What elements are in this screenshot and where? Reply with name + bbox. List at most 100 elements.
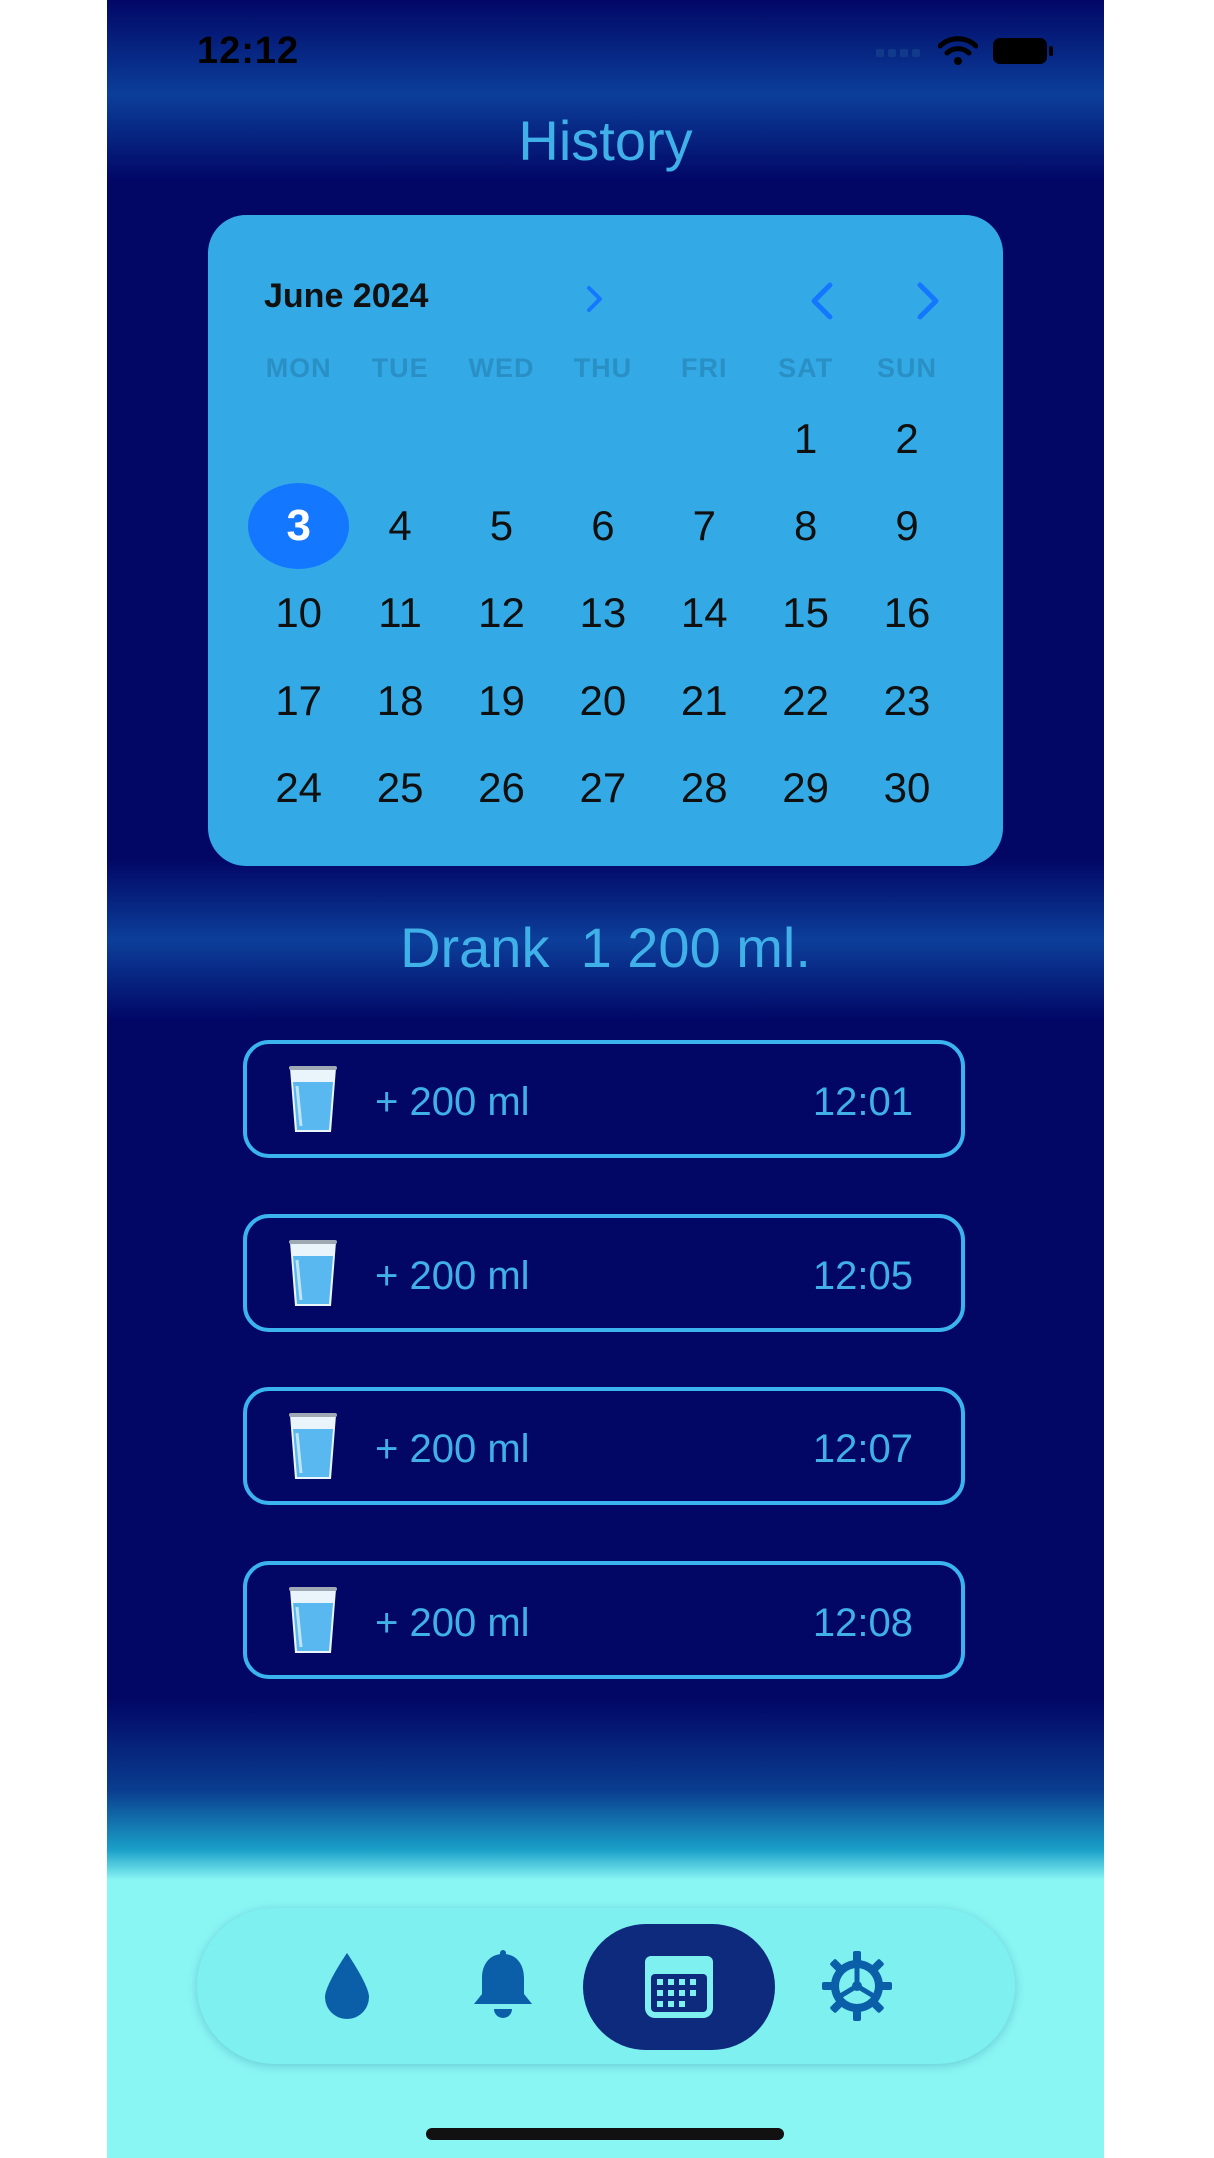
day-cell[interactable]: 19: [451, 657, 552, 744]
tab-settings[interactable]: [787, 1908, 927, 2064]
day-cell[interactable]: 16: [856, 570, 957, 657]
water-glass-icon: [289, 1413, 337, 1479]
intake-entry[interactable]: + 200 ml 12:01: [243, 1040, 965, 1158]
tab-drink[interactable]: [287, 1908, 407, 2064]
chevron-right-small-icon[interactable]: [586, 285, 604, 313]
day-cell[interactable]: 18: [349, 657, 450, 744]
weekday-label: THU: [573, 353, 633, 383]
bell-icon: [474, 1950, 532, 2018]
day-number: 25: [376, 763, 424, 811]
day-cell[interactable]: 10: [248, 570, 349, 657]
day-number: 2: [895, 414, 919, 462]
month-picker-button[interactable]: June 2024: [264, 277, 428, 316]
entry-time: 12:07: [812, 1427, 913, 1471]
intake-entry[interactable]: + 200 ml 12:08: [243, 1561, 965, 1679]
wifi-icon: [938, 36, 978, 65]
day-cell[interactable]: 24: [248, 744, 349, 831]
next-month-button[interactable]: [914, 281, 944, 321]
intake-entry[interactable]: + 200 ml 12:05: [243, 1214, 965, 1332]
day-number: 18: [376, 676, 424, 724]
day-number: 21: [680, 676, 728, 724]
tab-bar: [197, 1908, 1015, 2064]
entry-amount: + 200 ml: [375, 1080, 530, 1124]
page-title: History: [518, 109, 693, 172]
status-icons: [876, 36, 1054, 66]
day-number: 4: [388, 501, 412, 549]
day-number: 20: [579, 676, 627, 724]
water-glass-icon: [289, 1240, 337, 1306]
day-number: 8: [793, 501, 818, 549]
entry-amount: + 200 ml: [375, 1254, 530, 1298]
drank-amount: 1 200 ml.: [580, 916, 811, 979]
day-cell[interactable]: 7: [654, 482, 755, 569]
tab-history[interactable]: [583, 1908, 775, 2064]
intake-entry[interactable]: + 200 ml 12:07: [243, 1387, 965, 1505]
signal-icon: [876, 49, 920, 57]
gear-icon: [822, 1951, 892, 2021]
day-number: 5: [489, 501, 514, 549]
day-empty: [451, 395, 552, 482]
day-cell[interactable]: 14: [654, 570, 755, 657]
day-number: 14: [680, 589, 728, 637]
day-cell[interactable]: 29: [755, 744, 856, 831]
day-cell[interactable]: 8: [755, 482, 856, 569]
day-number: 17: [275, 676, 323, 724]
previous-month-button[interactable]: [806, 281, 836, 321]
day-cell[interactable]: 27: [552, 744, 653, 831]
day-cell[interactable]: 28: [654, 744, 755, 831]
day-cell[interactable]: 22: [755, 657, 856, 744]
day-cell[interactable]: 5: [451, 482, 552, 569]
app-screen: 12:12 History June 2024 MON TUE WED THU …: [107, 0, 1104, 2158]
home-indicator: [426, 2128, 784, 2140]
battery-icon: [993, 38, 1053, 64]
day-cell[interactable]: 25: [349, 744, 450, 831]
day-cell[interactable]: 23: [856, 657, 957, 744]
tab-reminders[interactable]: [433, 1908, 573, 2064]
weekday-header: MON TUE WED THU FRI SAT SUN: [248, 353, 958, 384]
day-cell[interactable]: 13: [552, 570, 653, 657]
day-cell[interactable]: 15: [755, 570, 856, 657]
day-cell[interactable]: 1: [755, 395, 856, 482]
weekday-label: MON: [265, 353, 332, 383]
day-cell[interactable]: 4: [349, 482, 450, 569]
day-cell[interactable]: 12: [451, 570, 552, 657]
day-number: 11: [378, 589, 422, 637]
day-cell[interactable]: 11: [349, 570, 450, 657]
glass-container: [287, 1238, 339, 1315]
day-number: 16: [883, 589, 931, 637]
day-number: 28: [680, 763, 728, 811]
weekday-label: TUE: [371, 353, 429, 383]
day-number: 1: [793, 414, 818, 462]
day-number: 13: [579, 589, 627, 637]
day-number: 29: [782, 763, 829, 811]
day-number: 19: [478, 676, 525, 724]
day-number: 23: [883, 676, 931, 724]
calendar: June 2024 MON TUE WED THU FRI SAT SUN 12345678…: [208, 215, 1003, 866]
day-number: 24: [275, 763, 323, 811]
day-cell[interactable]: 30: [856, 744, 957, 831]
day-empty: [248, 395, 349, 482]
drank-label: Drank: [400, 916, 550, 979]
day-cell[interactable]: 20: [552, 657, 653, 744]
glass-container: [287, 1411, 339, 1488]
day-cell[interactable]: 9: [856, 482, 957, 569]
day-cell[interactable]: 26: [451, 744, 552, 831]
glass-container: [287, 1064, 339, 1141]
day-empty: [552, 395, 653, 482]
weekday-label: FRI: [681, 353, 728, 383]
water-glass-icon: [289, 1587, 337, 1653]
status-time: 12:12: [197, 30, 300, 72]
day-number: 3: [248, 482, 350, 569]
day-cell-selected[interactable]: 3: [248, 482, 350, 569]
day-cell[interactable]: 17: [248, 657, 349, 744]
calendar-icon: [645, 1956, 713, 2018]
day-number: 22: [782, 676, 829, 724]
entry-time: 12:08: [812, 1601, 913, 1645]
drank-summary: Drank 1 200 ml.: [107, 915, 1104, 980]
entry-time: 12:05: [812, 1254, 913, 1298]
day-cell[interactable]: 6: [552, 482, 653, 569]
day-cell[interactable]: 21: [654, 657, 755, 744]
day-cell[interactable]: 2: [856, 395, 957, 482]
weekday-label: WED: [468, 353, 535, 383]
glass-container: [287, 1585, 339, 1662]
